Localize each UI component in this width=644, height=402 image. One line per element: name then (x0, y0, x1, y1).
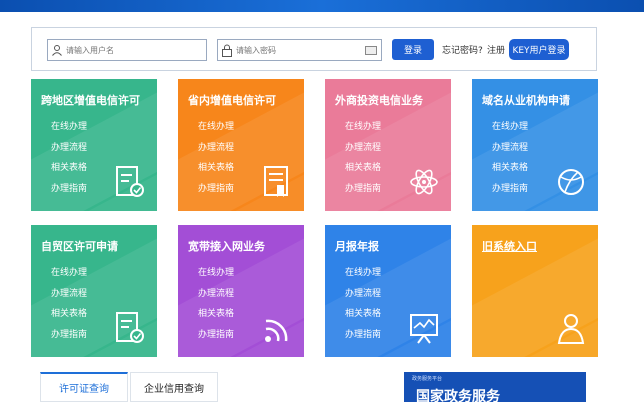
tile-link-forms[interactable]: 相关表格 (198, 158, 234, 179)
tile-link-online[interactable]: 在线办理 (345, 117, 381, 138)
tile-link-forms[interactable]: 相关表格 (345, 158, 381, 179)
tile-legacy-system-entry[interactable]: 旧系统入口 (472, 225, 598, 357)
tile-link-online[interactable]: 在线办理 (51, 263, 87, 284)
tile-link-guide[interactable]: 办理指南 (51, 325, 87, 346)
atom-icon (410, 169, 438, 195)
tile-link-guide[interactable]: 办理指南 (492, 179, 528, 200)
top-banner (0, 0, 644, 12)
tile-title: 宽带接入网业务 (188, 240, 265, 253)
tile-link-guide[interactable]: 办理指南 (345, 179, 381, 200)
document-bookmark-icon (264, 166, 288, 197)
lock-icon (218, 40, 236, 60)
tab-credit-query[interactable]: 企业信用查询 (130, 372, 218, 402)
tile-cross-region-license[interactable]: 跨地区增值电信许可 在线办理 办理流程 相关表格 办理指南 (31, 79, 157, 211)
tile-title: 域名从业机构申请 (482, 94, 570, 107)
tile-title: 月报年报 (335, 240, 379, 253)
wifi-signal-icon (265, 319, 288, 342)
tile-link-process[interactable]: 办理流程 (51, 284, 87, 305)
login-bar: 登录 忘记密码? 注册 KEY用户登录 (31, 27, 597, 71)
tile-link-forms[interactable]: 相关表格 (51, 158, 87, 179)
promo-subtitle: 政务服务平台 (412, 376, 443, 382)
tile-link-process[interactable]: 办理流程 (345, 138, 381, 159)
tile-monthly-annual-report[interactable]: 月报年报 在线办理 办理流程 相关表格 办理指南 (325, 225, 451, 357)
tile-link-guide[interactable]: 办理指南 (51, 179, 87, 200)
key-login-button[interactable]: KEY用户登录 (509, 39, 569, 60)
tile-link-guide[interactable]: 办理指南 (198, 325, 234, 346)
tile-broadband-access[interactable]: 宽带接入网业务 在线办理 办理流程 相关表格 办理指南 (178, 225, 304, 357)
tile-domain-agency[interactable]: 域名从业机构申请 在线办理 办理流程 相关表格 办理指南 (472, 79, 598, 211)
login-button[interactable]: 登录 (392, 39, 434, 60)
tile-link-process[interactable]: 办理流程 (492, 138, 528, 159)
tile-title: 自贸区许可申请 (41, 240, 118, 253)
form-check-icon (116, 312, 144, 343)
tile-link-guide[interactable]: 办理指南 (345, 325, 381, 346)
tile-link-online[interactable]: 在线办理 (198, 263, 234, 284)
user-icon (48, 40, 66, 60)
tile-link-forms[interactable]: 相关表格 (345, 304, 381, 325)
register-link[interactable]: 注册 (487, 43, 505, 56)
tile-link-process[interactable]: 办理流程 (198, 138, 234, 159)
tile-link-online[interactable]: 在线办理 (51, 117, 87, 138)
password-input[interactable] (236, 41, 365, 59)
query-tabs: 许可证查询 企业信用查询 (40, 372, 220, 402)
tile-title: 外商投资电信业务 (335, 94, 423, 107)
tile-link-forms[interactable]: 相关表格 (492, 158, 528, 179)
tile-free-trade-zone[interactable]: 自贸区许可申请 在线办理 办理流程 相关表格 办理指南 (31, 225, 157, 357)
legacy-entry-link[interactable]: 旧系统入口 (482, 238, 537, 254)
tile-link-online[interactable]: 在线办理 (198, 117, 234, 138)
gov-service-banner[interactable]: 政务服务平台 国家政务服务 (404, 372, 586, 402)
monitor-chart-icon (410, 314, 438, 344)
tile-title: 跨地区增值电信许可 (41, 94, 140, 107)
tile-link-process[interactable]: 办理流程 (51, 138, 87, 159)
tile-link-process[interactable]: 办理流程 (198, 284, 234, 305)
tile-link-guide[interactable]: 办理指南 (198, 179, 234, 200)
promo-title: 国家政务服务 (416, 389, 500, 402)
username-input[interactable] (66, 41, 206, 59)
tile-link-forms[interactable]: 相关表格 (198, 304, 234, 325)
keyboard-icon[interactable] (365, 45, 377, 55)
tab-license-query[interactable]: 许可证查询 (40, 372, 128, 402)
tile-title: 省内增值电信许可 (188, 94, 276, 107)
forgot-password-link[interactable]: 忘记密码? (442, 43, 483, 56)
tile-foreign-investment[interactable]: 外商投资电信业务 在线办理 办理流程 相关表格 办理指南 (325, 79, 451, 211)
tile-link-online[interactable]: 在线办理 (345, 263, 381, 284)
form-check-icon (116, 166, 144, 197)
password-field[interactable] (217, 39, 382, 61)
user-icon (557, 314, 585, 344)
tile-link-process[interactable]: 办理流程 (345, 284, 381, 305)
username-field[interactable] (47, 39, 207, 61)
tile-link-online[interactable]: 在线办理 (492, 117, 528, 138)
tile-link-forms[interactable]: 相关表格 (51, 304, 87, 325)
tile-provincial-license[interactable]: 省内增值电信许可 在线办理 办理流程 相关表格 办理指南 (178, 79, 304, 211)
globe-icon (558, 169, 584, 195)
